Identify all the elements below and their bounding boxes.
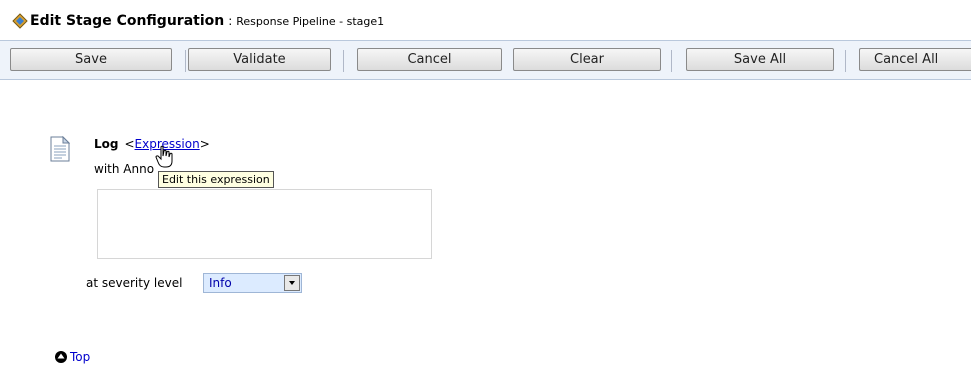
clear-button[interactable]: Clear [513,48,661,71]
top-link[interactable]: Top [55,350,90,364]
toolbar-divider [185,50,186,72]
validate-button[interactable]: Validate [188,48,331,71]
page-subtitle: Response Pipeline - stage1 [236,14,385,28]
dropdown-arrow[interactable] [284,275,300,291]
toolbar: Save Validate Cancel Clear Save All Canc… [0,40,971,80]
page-header: Edit Stage Configuration : Response Pipe… [12,10,384,32]
document-icon [50,136,70,162]
cancel-button[interactable]: Cancel [357,48,502,71]
expression-close-bracket: > [199,137,210,151]
toolbar-divider [845,50,846,72]
page-title: Edit Stage Configuration [30,13,225,29]
up-arrow-circle-icon [55,351,67,363]
tooltip: Edit this expression [158,171,274,188]
cancel-all-button[interactable]: Cancel All [859,48,971,71]
severity-select[interactable]: Info [203,273,302,293]
stage-icon [12,13,28,29]
top-link-label[interactable]: Top [70,350,90,364]
toolbar-divider [343,50,344,72]
title-separator: : [228,14,233,28]
expression-open-bracket: < [124,137,135,151]
hand-cursor-icon [155,145,173,168]
annotation-textarea[interactable] [97,189,432,259]
save-all-button[interactable]: Save All [686,48,834,71]
log-label: Log [94,137,119,151]
toolbar-divider [671,50,672,72]
severity-value: Info [209,276,232,290]
annotation-label: with Anno [94,162,155,176]
severity-label: at severity level [86,276,183,290]
save-button[interactable]: Save [10,48,172,71]
log-action-line: Log <Expression> [94,137,210,151]
chevron-down-icon [289,281,295,285]
